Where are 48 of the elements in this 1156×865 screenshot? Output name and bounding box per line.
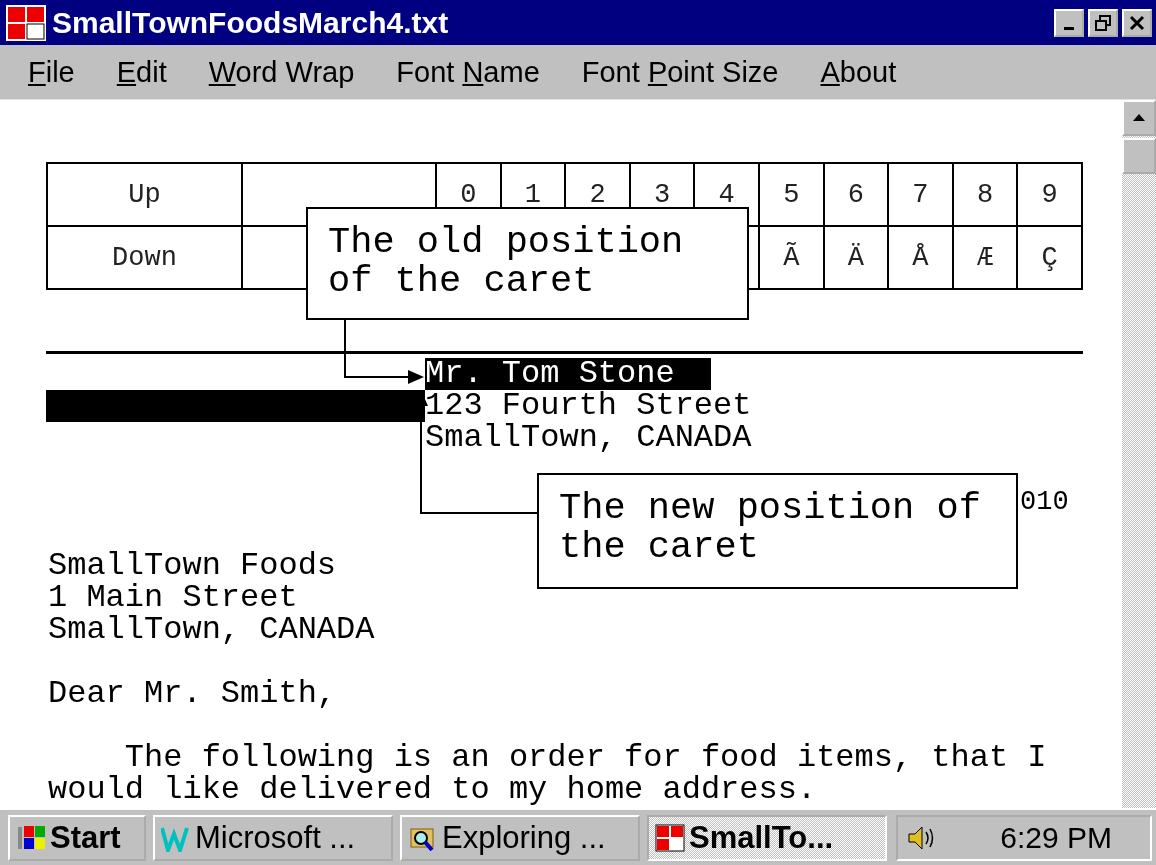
windows-logo-icon xyxy=(16,823,46,852)
clock-text: 6:29 PM xyxy=(1000,820,1112,855)
address-line: SmallTown, CANADA xyxy=(425,422,752,454)
table-cell: 5 xyxy=(758,163,824,226)
callout-box: The new position of the caret xyxy=(537,473,1018,589)
sender-address-line: SmallTown Foods xyxy=(48,550,337,582)
callout-box: The old position of the caret xyxy=(306,207,749,320)
table-cell: Æ xyxy=(952,226,1018,289)
letter-text-line: would like delivered to my home address. xyxy=(48,774,817,806)
table-cell: 9 xyxy=(1017,163,1082,226)
app-icon xyxy=(6,4,46,41)
table-cell: 6 xyxy=(823,163,889,226)
table-cell: 8 xyxy=(952,163,1018,226)
scroll-thumb[interactable] xyxy=(1122,138,1156,174)
minimize-button[interactable] xyxy=(1054,8,1084,37)
restore-icon xyxy=(1095,14,1111,31)
taskbar-button[interactable]: SmallTo... xyxy=(647,814,887,861)
taskbar-button[interactable]: Microsoft ... xyxy=(153,814,393,861)
vertical-scrollbar[interactable] xyxy=(1122,100,1156,808)
table-cell: Up xyxy=(47,163,242,226)
app-icon xyxy=(655,823,685,852)
menu-item[interactable]: Edit xyxy=(116,55,167,89)
menu-item[interactable]: File xyxy=(28,55,75,89)
menu-item[interactable]: About xyxy=(820,55,897,89)
window-title: SmallTownFoodsMarch4.txt xyxy=(52,5,450,40)
date-text: 010 xyxy=(1020,486,1069,518)
close-icon xyxy=(1129,14,1145,31)
scroll-up-button[interactable] xyxy=(1122,100,1156,136)
menu-item[interactable]: Word Wrap xyxy=(208,55,355,89)
taskbar-button[interactable]: Exploring ... xyxy=(400,814,640,861)
menu-item[interactable]: Font Name xyxy=(396,55,540,89)
sender-address-line: 1 Main Street xyxy=(48,582,298,614)
sender-address-line: SmallTown, CANADA xyxy=(48,614,375,646)
letter-text-line: The following is an order for food items, that I xyxy=(124,742,1047,774)
minimize-icon xyxy=(1064,27,1074,30)
close-button[interactable] xyxy=(1122,8,1152,37)
up-arrow-icon xyxy=(1132,113,1146,123)
start-button[interactable]: Start xyxy=(8,814,146,861)
table-cell: Down xyxy=(47,226,242,289)
table-cell: Å xyxy=(888,226,953,289)
salutation-text: Dear Mr. Smith, xyxy=(48,678,337,710)
table-cell: Ä xyxy=(823,226,889,289)
table-cell: 7 xyxy=(888,163,953,226)
menu-item[interactable]: Font Point Size xyxy=(581,55,779,89)
table-cell: Ã xyxy=(758,226,824,289)
restore-button[interactable] xyxy=(1088,8,1118,37)
table-cell: Ç xyxy=(1017,226,1082,289)
address-line: 123 Fourth Street xyxy=(425,390,752,422)
